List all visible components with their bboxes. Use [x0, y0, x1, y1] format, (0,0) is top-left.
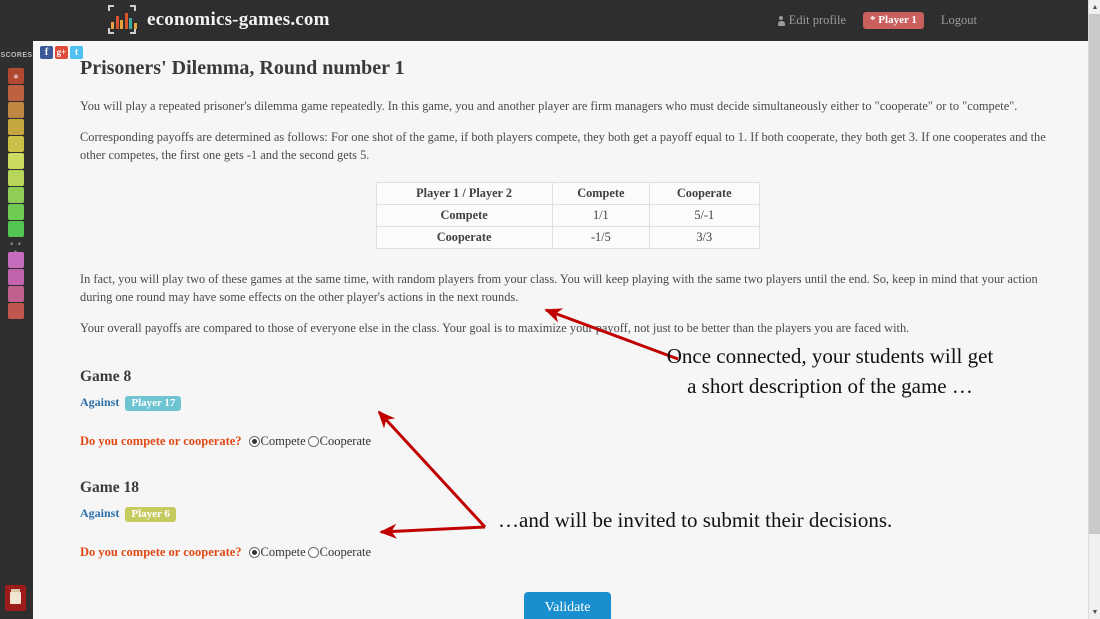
- scores-sidebar: SCORES ∗• • •: [0, 0, 33, 619]
- payoff-cell: 3/3: [649, 225, 760, 249]
- app-window: SCORES ∗• • • economics-games.com: [0, 0, 1100, 619]
- radio-compete-8[interactable]: Compete: [248, 433, 306, 449]
- payoff-header-cell: Compete: [551, 181, 651, 205]
- score-swatch[interactable]: [8, 102, 24, 118]
- bar-chart-logo-icon: [108, 5, 138, 34]
- decision-radio-group-8: Compete Cooperate: [248, 433, 372, 449]
- logout-label: Logout: [940, 13, 977, 27]
- scores-panel-icon: [10, 589, 21, 604]
- intro-paragraph-3: In fact, you will play two of these game…: [80, 271, 1038, 304]
- score-swatch[interactable]: [8, 286, 24, 302]
- against-label: Against: [80, 505, 120, 520]
- validate-button-wrap: Validate: [80, 592, 1055, 619]
- payoff-row-label: Compete: [375, 203, 553, 227]
- table-row: Compete 1/1 5/-1: [375, 203, 760, 227]
- social-share-bar: f g+ t: [40, 46, 83, 59]
- score-swatch[interactable]: [8, 119, 24, 135]
- radio-dot-icon[interactable]: [307, 435, 319, 447]
- score-swatch[interactable]: [8, 85, 24, 101]
- radio-label: Cooperate: [319, 544, 372, 559]
- scores-label: SCORES: [0, 52, 33, 59]
- score-swatch[interactable]: ∗: [8, 68, 24, 84]
- annotation-note-2: …and will be invited to submit their dec…: [498, 508, 893, 532]
- decision-row-18: Do you compete or cooperate? Compete Coo…: [80, 545, 1055, 560]
- score-swatch[interactable]: [8, 187, 24, 203]
- radio-compete-18[interactable]: Compete: [248, 544, 306, 560]
- score-swatch[interactable]: [8, 153, 24, 169]
- opponent-badge: Player 17: [125, 395, 182, 411]
- decision-question-8: Do you compete or cooperate?: [80, 433, 242, 448]
- edit-profile-label: Edit profile: [788, 13, 847, 27]
- facebook-icon[interactable]: f: [40, 46, 53, 59]
- payoff-cell: 5/-1: [649, 203, 760, 227]
- payoff-cell: 1/1: [551, 203, 651, 227]
- intro-paragraph-4: Your overall payoffs are compared to tho…: [80, 320, 910, 335]
- score-swatch[interactable]: [8, 170, 24, 186]
- top-navbar: economics-games.com Edit profile * Playe…: [33, 0, 1088, 41]
- opponent-badge: Player 6: [125, 506, 176, 522]
- scrollbar-thumb[interactable]: [1089, 14, 1100, 534]
- intro-paragraph-2: Corresponding payoffs are determined as …: [80, 129, 1046, 162]
- brand-text: economics-games.com: [147, 8, 330, 30]
- scroll-down-icon[interactable]: ▼: [1089, 605, 1100, 619]
- intro-paragraph-1: You will play a repeated prisoner's dile…: [80, 99, 1018, 113]
- score-swatch[interactable]: [8, 136, 24, 152]
- score-swatch[interactable]: [8, 269, 24, 285]
- radio-dot-icon[interactable]: [248, 435, 260, 447]
- edit-profile-link[interactable]: Edit profile: [767, 13, 857, 28]
- score-swatch[interactable]: [8, 252, 24, 268]
- radio-cooperate-18[interactable]: Cooperate: [307, 544, 372, 560]
- googleplus-icon[interactable]: g+: [55, 46, 68, 59]
- radio-dot-icon[interactable]: [307, 546, 319, 558]
- user-icon: [777, 15, 785, 26]
- annotation-note-1: Once connected, your students will get a…: [666, 344, 994, 398]
- logout-link[interactable]: Logout: [930, 13, 988, 28]
- score-swatch[interactable]: [8, 221, 24, 237]
- payoff-header-cell: Cooperate: [649, 181, 760, 205]
- page-scrollbar[interactable]: ▲ ▼: [1088, 0, 1100, 619]
- navbar-right: Edit profile * Player 1 Logout: [767, 0, 988, 41]
- page-title: Prisoners' Dilemma, Round number 1: [80, 57, 405, 79]
- decision-row-8: Do you compete or cooperate? Compete Coo…: [80, 434, 1055, 449]
- payoff-matrix-table: Player 1 / Player 2 Compete Cooperate Co…: [375, 181, 760, 249]
- payoff-cell: -1/5: [551, 225, 651, 249]
- brand-link[interactable]: economics-games.com: [108, 5, 330, 34]
- against-label: Against: [80, 394, 120, 409]
- validate-button[interactable]: Validate: [523, 592, 612, 619]
- score-swatch[interactable]: [8, 303, 24, 319]
- radio-cooperate-8[interactable]: Cooperate: [307, 433, 372, 449]
- table-row: Cooperate -1/5 3/3: [375, 225, 760, 249]
- decision-question-18: Do you compete or cooperate?: [80, 544, 242, 559]
- payoff-row-label: Cooperate: [375, 225, 553, 249]
- scroll-up-icon[interactable]: ▲: [1089, 0, 1100, 14]
- page-content: Prisoners' Dilemma, Round number 1 You w…: [80, 57, 1055, 619]
- radio-label: Cooperate: [319, 433, 372, 448]
- decision-radio-group-18: Compete Cooperate: [248, 544, 372, 560]
- payoff-header-row: Player 1 / Player 2 Compete Cooperate: [375, 181, 760, 205]
- current-player-badge[interactable]: * Player 1: [863, 12, 924, 29]
- scores-panel-button[interactable]: [5, 585, 26, 611]
- radio-label: Compete: [260, 433, 306, 448]
- score-swatch[interactable]: [8, 204, 24, 220]
- radio-dot-icon[interactable]: [248, 546, 260, 558]
- radio-label: Compete: [260, 544, 306, 559]
- payoff-header-cell: Player 1 / Player 2: [375, 181, 553, 205]
- game-title-18: Game 18: [80, 478, 139, 496]
